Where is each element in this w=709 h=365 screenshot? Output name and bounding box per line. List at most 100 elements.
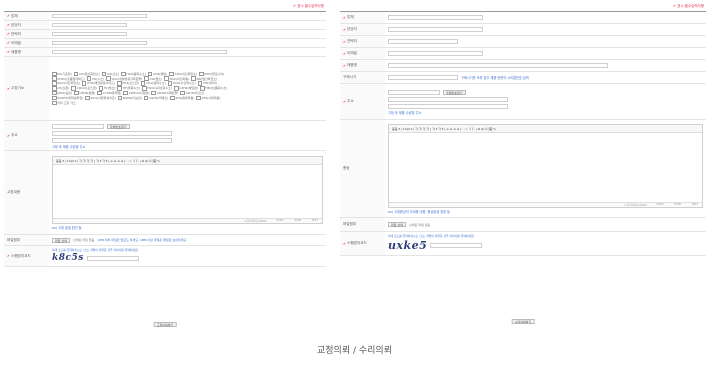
- gas-checkbox[interactable]: AsH3(아르신): [180, 91, 204, 95]
- repair-request-form: ✔ 표시 필수입력사항 ✔ 업체 ✔ 담당자 ✔ 연락처 ✔ 이메일 ✔ 제품명 구매시기…: [340, 4, 706, 324]
- gas-checkbox[interactable]: O2(산소): [102, 72, 119, 76]
- company-input[interactable]: [388, 15, 483, 20]
- file-note: 1MB 이하 파일만 업로드 하세요. 1MB 이상 파일은 메일로 보내주세요…: [97, 238, 188, 242]
- gas-checkbox[interactable]: SO2F2(불화설퍼릴): [52, 96, 83, 100]
- gas-checkbox[interactable]: PH3(포스핀): [117, 81, 139, 85]
- row-purchase: 구매시기 구매시기를 모를 경우 제품 뒷면의 시리얼번호 입력: [340, 72, 706, 84]
- gas-checkbox[interactable]: COCl2(포스겐): [71, 86, 97, 90]
- symptom-note: ex) 고장증상의 자세한 내용, 증상발생 경위 등: [388, 209, 450, 214]
- gas-checkbox[interactable]: C6H6(벤젠): [74, 91, 95, 95]
- captcha-image[interactable]: uxke5: [388, 239, 427, 252]
- address-detail-input[interactable]: [52, 137, 172, 143]
- row-email: ✔ 이메일: [4, 39, 326, 48]
- address-input[interactable]: [388, 96, 508, 102]
- editor-mode-html[interactable]: HTML: [294, 219, 301, 222]
- gas-checkbox[interactable]: CH4(메탄): [148, 72, 167, 76]
- gas-checkbox[interactable]: NO2(이산화질소): [52, 81, 80, 85]
- editor-mode-text[interactable]: TEXT: [311, 219, 318, 222]
- gas-checkbox[interactable]: HF(불화수소): [117, 86, 140, 90]
- gas-checkbox[interactable]: ETO(에틸렌옥사이드): [82, 81, 115, 85]
- editor-toolbar[interactable]: 돋움 ▾ | 12pt ▾ | 가 가 가 가 | 가 ▾ 가 ▾ | ≡ ≡ …: [389, 124, 702, 133]
- address-detail-input[interactable]: [388, 103, 508, 109]
- zipcode-input[interactable]: [52, 123, 104, 129]
- symptom-editor[interactable]: 돋움 ▾ | 12pt ▾ | 가 가 가 가 | 가 ▾ 가 ▾ | ≡ ≡ …: [388, 123, 703, 208]
- label-details: 고장내용: [7, 190, 21, 194]
- zipcode-search-button[interactable]: 우편번호찾기: [443, 89, 466, 95]
- gas-checkbox[interactable]: GeH4(저메인): [144, 96, 168, 100]
- gas-checkbox[interactable]: C7H8(톨루엔): [97, 91, 122, 95]
- label-address: 주소: [11, 133, 18, 137]
- row-manager: ✔ 담당자: [4, 21, 326, 30]
- editor-mode-editor[interactable]: Editor: [657, 203, 665, 206]
- details-editor[interactable]: 돋움 ▾ | 12pt ▾ | 가 가 가 가 | 가 ▾ 가 ▾ | ≡ ≡ …: [52, 155, 323, 224]
- required-note: ✔ 표시 필수입력사항: [673, 4, 704, 8]
- gas-checkbox[interactable]: CO(일산화탄소): [74, 72, 100, 76]
- calibration-submit-button[interactable]: 고정의뢰하기: [153, 322, 177, 327]
- gas-checkbox[interactable]: SF4(사불화황): [196, 96, 221, 100]
- label-symptom-gas: 고장기소: [11, 86, 25, 90]
- label-company: 업체: [11, 13, 18, 18]
- gas-checkbox[interactable]: THT(퍼치): [198, 81, 217, 85]
- row-symptom: 증상 돋움 ▾ | 12pt ▾ | 가 가 가 가 | 가 ▾ 가 ▾ | ≡…: [340, 120, 706, 218]
- zipcode-search-button[interactable]: 우편번호찾기: [107, 123, 130, 129]
- captcha-input[interactable]: [430, 243, 483, 248]
- product-input[interactable]: [388, 63, 608, 68]
- gas-checkbox-list: EK(기준판) CO(일산화탄소) O2(산소) H2S(황화수소) CH4(메탄) CO…: [49, 57, 326, 120]
- editor-toolbar[interactable]: 돋움 ▾ | 12pt ▾ | 가 가 가 가 | 가 ▾ 가 ▾ | ≡ ≡ …: [53, 156, 322, 165]
- gas-checkbox[interactable]: SO2(이산화황): [164, 77, 190, 81]
- editor-mode-html[interactable]: HTML: [674, 203, 681, 206]
- phone-input[interactable]: [388, 39, 458, 44]
- page-caption: 교정의뢰 / 수리의뢰: [317, 346, 392, 356]
- gas-checkbox[interactable]: NH3(암모니아): [199, 72, 224, 76]
- manager-input[interactable]: [52, 23, 127, 27]
- gas-checkbox[interactable]: HCN(시안화수소): [168, 81, 196, 85]
- gas-checkbox[interactable]: O3(오존): [52, 86, 69, 90]
- zipcode-input[interactable]: [388, 89, 440, 95]
- gas-checkbox-row: 기타 고장 가스: [52, 101, 323, 106]
- repair-submit-button[interactable]: 수리의뢰하기: [511, 319, 535, 324]
- calibration-request-form: ✔ 표시 필수입력사항 ✔ 업체 ✔ 담당자 ✔ 연락처 ✔ 이메일 ✔ 제품명 ✔ 고장기…: [4, 4, 326, 327]
- email-input[interactable]: [388, 51, 483, 56]
- file-select-button[interactable]: 파일 선택: [52, 237, 70, 243]
- address-input[interactable]: [52, 130, 172, 136]
- gas-checkbox[interactable]: SiH4(실란): [52, 91, 72, 95]
- gas-checkbox[interactable]: SF6(육불화황): [170, 96, 194, 100]
- address-note: 고정 후 제품 수령할 주소: [52, 144, 86, 149]
- email-input[interactable]: [52, 41, 147, 45]
- gas-checkbox[interactable]: SiF4(사불화실리콘): [85, 96, 116, 100]
- gas-checkbox[interactable]: HBr(브롬화수소): [200, 86, 227, 90]
- label-email: 이메일: [347, 51, 357, 55]
- gas-checkbox[interactable]: C8H10(자일렌): [123, 91, 150, 95]
- form-table: ✔ 업체 ✔ 담당자 ✔ 연락처 ✔ 이메일 ✔ 제품명 ✔ 고장기소 EK(기준판) CO(…: [4, 11, 326, 267]
- manager-input[interactable]: [388, 27, 483, 32]
- company-input[interactable]: [52, 14, 147, 18]
- editor-mode-editor[interactable]: Editor: [277, 219, 285, 222]
- gas-checkbox[interactable]: VOC(휘발성유기화합물): [106, 77, 142, 81]
- phone-input[interactable]: [52, 32, 127, 36]
- gas-checkbox[interactable]: EK(기준판): [52, 72, 71, 76]
- gas-checkbox[interactable]: H2S(황화수소): [121, 72, 145, 76]
- gas-checkbox[interactable]: NO(일산화질소): [191, 77, 218, 81]
- gas-checkbox[interactable]: HCL(염화수소): [141, 81, 165, 85]
- purchase-input[interactable]: [388, 75, 458, 80]
- captcha-input[interactable]: [86, 255, 139, 261]
- gas-checkbox[interactable]: CH3OH(메탄올): [151, 91, 179, 95]
- gas-checkbox[interactable]: H2O2(과산화수소): [142, 86, 172, 90]
- gas-checkbox[interactable]: F2(불소): [99, 86, 116, 90]
- gas-checkbox[interactable]: 기타 고장 가스: [52, 101, 75, 105]
- product-input[interactable]: [52, 50, 227, 54]
- file-status: 선택된 파일 없음: [73, 238, 95, 242]
- gas-checkbox[interactable]: H2(수소): [87, 77, 104, 81]
- gas-checkbox[interactable]: B2H6(디보란): [118, 96, 142, 100]
- gas-checkbox[interactable]: CH2O(포름알데히드): [52, 77, 85, 81]
- row-address: ✔ 주소 우편번호찾기 고정 후 제품 수령할 주소: [4, 121, 326, 151]
- gas-checkbox[interactable]: CO2(이산화탄소): [169, 72, 198, 76]
- gas-checkbox[interactable]: C2H4(에틸렌): [174, 86, 198, 90]
- gas-checkbox[interactable]: Cl2(염소): [144, 77, 163, 81]
- editor-mode-text[interactable]: TEXT: [691, 203, 698, 206]
- captcha-note: 아래 코드를 입력하십시오 (코드 식별이 어려운 경우 이미지를 클릭하세요): [52, 248, 139, 252]
- captcha-image[interactable]: k8c5s: [52, 253, 84, 263]
- file-select-button[interactable]: 파일 선택: [388, 222, 406, 227]
- label-purchase: 구매시기: [343, 75, 357, 79]
- row-email: ✔ 이메일: [340, 48, 706, 60]
